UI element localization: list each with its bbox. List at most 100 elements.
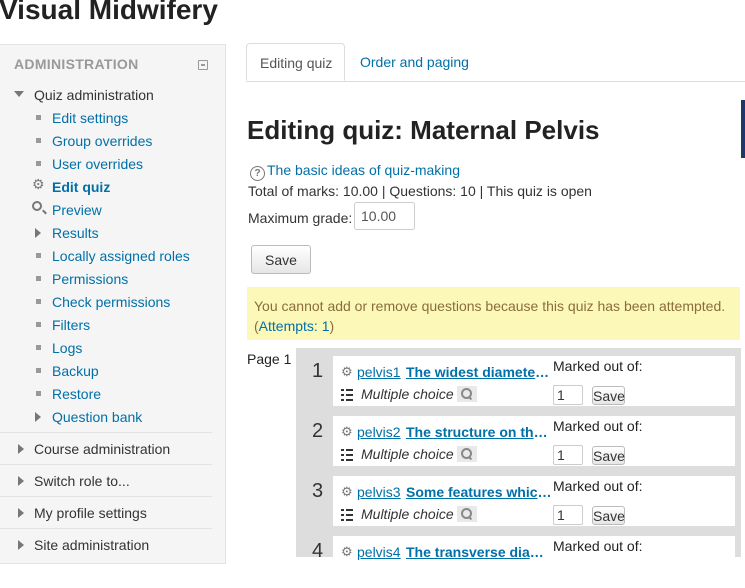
question-slots: 1 ⚙ pelvis1 The widest diameter of the p…	[296, 348, 741, 586]
max-grade-label: Maximum grade:	[248, 210, 353, 226]
slot-number: 2	[312, 420, 324, 442]
marked-out-of-label: Marked out of:	[553, 418, 643, 434]
sidebar-item-label[interactable]: Permissions	[52, 270, 128, 288]
quiz-administration-label: Quiz administration	[34, 87, 154, 103]
question-title-link[interactable]: The transverse diameter	[406, 544, 554, 560]
question-title-link[interactable]: The widest diameter of the pelvic brim	[406, 364, 554, 380]
sidebar-item-label[interactable]: Edit quiz	[52, 178, 110, 196]
attempts-link[interactable]: Attempts: 1	[259, 318, 330, 334]
page-label: Page 1	[247, 351, 292, 367]
gear-icon[interactable]: ⚙	[341, 484, 353, 500]
bullet-icon	[36, 322, 41, 327]
tab-editing-quiz[interactable]: Editing quiz	[246, 43, 345, 81]
section-site-administration[interactable]: Site administration	[0, 528, 212, 561]
section-label: My profile settings	[34, 505, 147, 521]
sidebar-item-label[interactable]: Question bank	[52, 408, 142, 426]
max-grade-input[interactable]	[354, 202, 415, 230]
mark-input[interactable]	[553, 505, 583, 525]
save-mark-button[interactable]: Save	[592, 506, 625, 525]
question-name-link[interactable]: pelvis4	[357, 544, 401, 560]
question-type: Multiple choice	[361, 446, 454, 462]
collapse-icon[interactable]	[198, 60, 208, 70]
section-label: Switch role to...	[34, 473, 130, 489]
search-icon	[32, 201, 42, 211]
bullet-icon	[36, 368, 41, 373]
help-link[interactable]: The basic ideas of quiz-making	[267, 162, 460, 178]
expanded-arrow-icon	[14, 91, 24, 97]
bullet-icon	[36, 161, 41, 166]
question-slot: 3 ⚙ pelvis3 Some features which ... Mult…	[296, 468, 741, 528]
gear-icon[interactable]: ⚙	[341, 544, 353, 560]
alert-close-paren: )	[329, 318, 335, 334]
sidebar-item-label[interactable]: Preview	[52, 201, 102, 219]
section-label: Site administration	[34, 537, 150, 553]
question-type: Multiple choice	[361, 506, 454, 522]
question-name-link[interactable]: pelvis1	[357, 364, 401, 380]
collapsed-arrow-icon	[18, 540, 24, 550]
preview-icon[interactable]	[457, 506, 477, 522]
block-header: ADMINISTRATION	[14, 56, 139, 72]
question-slot: 4 ⚙ pelvis4 The transverse diameter Mark…	[296, 528, 741, 588]
marked-out-of-label: Marked out of:	[553, 478, 643, 494]
sidebar-item-label[interactable]: Check permissions	[52, 293, 170, 311]
sidebar-item-label[interactable]: Backup	[52, 362, 99, 380]
help-link-row[interactable]: ? The basic ideas of quiz-making	[250, 162, 460, 181]
bullet-icon	[36, 276, 41, 281]
section-switch-role[interactable]: Switch role to...	[0, 464, 212, 497]
mark-input[interactable]	[553, 385, 583, 405]
collapsed-arrow-icon	[18, 444, 24, 454]
save-button[interactable]: Save	[251, 245, 311, 274]
site-title: Visual Midwifery	[0, 0, 218, 25]
question-slot: 1 ⚙ pelvis1 The widest diameter of the p…	[296, 348, 741, 408]
slot-number: 4	[312, 540, 324, 562]
question-name-link[interactable]: pelvis2	[357, 424, 401, 440]
bullet-icon	[36, 345, 41, 350]
question-slot: 2 ⚙ pelvis2 The structure on the pelvic …	[296, 408, 741, 468]
bullet-icon	[36, 138, 41, 143]
quiz-totals: Total of marks: 10.00 | Questions: 10 | …	[248, 183, 592, 199]
bullet-icon	[36, 391, 41, 396]
quiz-administration-node[interactable]: Quiz administration	[14, 87, 154, 103]
sidebar-item-label[interactable]: Locally assigned roles	[52, 247, 190, 265]
section-course-administration[interactable]: Course administration	[0, 432, 212, 465]
gear-icon[interactable]: ⚙	[341, 364, 353, 380]
bullet-icon	[36, 253, 41, 258]
page-title: Editing quiz: Maternal Pelvis	[247, 115, 600, 145]
mark-input[interactable]	[553, 445, 583, 465]
sidebar-item-label[interactable]: Edit settings	[52, 109, 128, 127]
collapsed-arrow-icon	[35, 228, 41, 238]
question-box: ⚙ pelvis1 The widest diameter of the pel…	[333, 356, 735, 406]
sidebar-item-label[interactable]: Restore	[52, 385, 101, 403]
sidebar-item-label[interactable]: User overrides	[52, 155, 143, 173]
collapsed-arrow-icon	[18, 508, 24, 518]
section-my-profile-settings[interactable]: My profile settings	[0, 496, 212, 529]
question-box: ⚙ pelvis4 The transverse diameter Marked…	[333, 536, 735, 586]
multiple-choice-icon	[341, 449, 353, 461]
sidebar-item-label[interactable]: Results	[52, 224, 99, 242]
preview-icon[interactable]	[457, 446, 477, 462]
gear-icon[interactable]: ⚙	[341, 424, 353, 440]
marked-out-of-label: Marked out of:	[553, 358, 643, 374]
sidebar-item-label[interactable]: Filters	[52, 316, 90, 334]
alert-text: You cannot add or remove questions becau…	[254, 296, 740, 336]
question-type: Multiple choice	[361, 386, 454, 402]
question-title-link[interactable]: Some features which ...	[406, 484, 554, 500]
right-edge-panel	[741, 100, 745, 158]
preview-icon[interactable]	[457, 386, 477, 402]
save-mark-button[interactable]: Save	[592, 446, 625, 465]
bullet-icon	[36, 115, 41, 120]
sidebar-item-label[interactable]: Group overrides	[52, 132, 152, 150]
alert-message: You cannot add or remove questions becau…	[254, 298, 726, 314]
collapsed-arrow-icon	[35, 412, 41, 422]
max-grade-row: Maximum grade:	[248, 202, 415, 230]
collapsed-arrow-icon	[18, 476, 24, 486]
administration-block: ADMINISTRATION Quiz administration Edit …	[0, 44, 226, 564]
slot-number: 3	[312, 480, 324, 502]
question-title-link[interactable]: The structure on the pelvic brim	[406, 424, 554, 440]
question-name-link[interactable]: pelvis3	[357, 484, 401, 500]
tab-order-and-paging[interactable]: Order and paging	[347, 43, 482, 81]
save-mark-button[interactable]: Save	[592, 386, 625, 405]
sidebar-item-label[interactable]: Logs	[52, 339, 82, 357]
help-icon: ?	[250, 166, 265, 181]
marked-out-of-label: Marked out of:	[553, 538, 643, 554]
